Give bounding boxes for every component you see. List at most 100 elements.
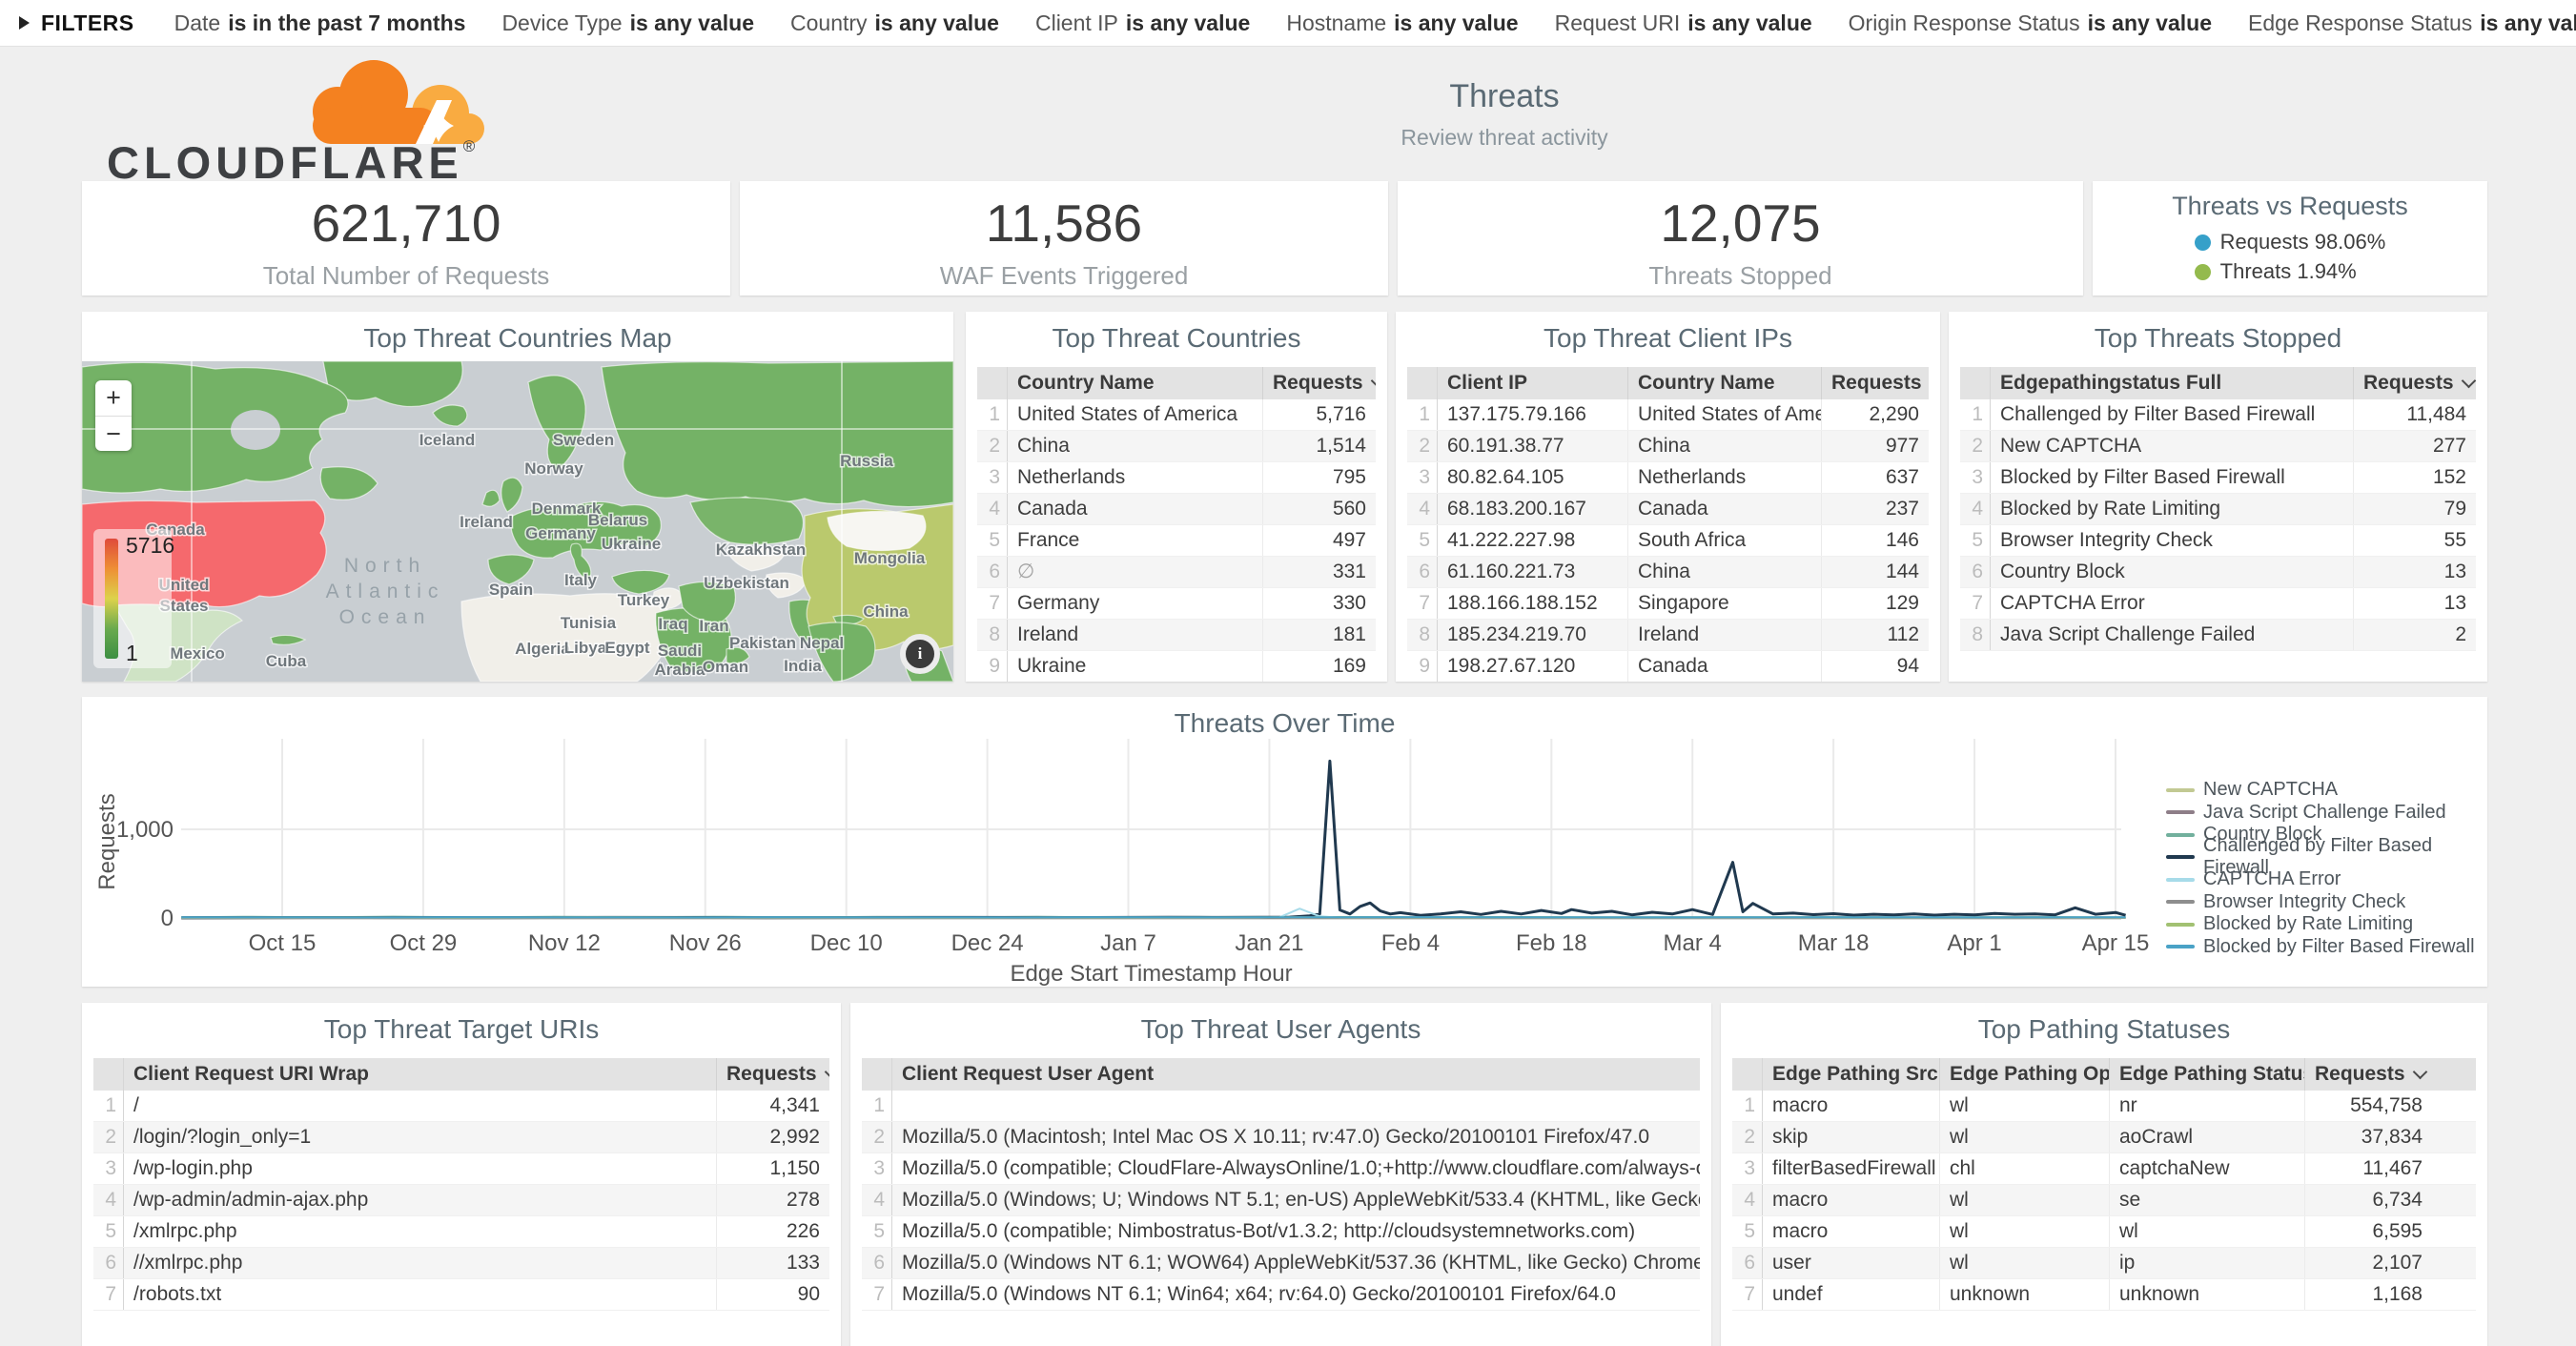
table-row: 6//xmlrpc.php133 [93, 1248, 829, 1279]
top-threat-target-uris-table: Client Request URI WrapRequests1/4,3412/… [93, 1058, 829, 1311]
table-row: 7CAPTCHA Error13 [1960, 588, 2476, 620]
table-row: 5Browser Integrity Check55 [1960, 525, 2476, 557]
table-cell: CAPTCHA Error [1991, 588, 2354, 619]
column-header[interactable]: Requests [2354, 367, 2476, 399]
filter-items: Dateis in the past 7 months Device Typeis… [174, 10, 2576, 36]
table-row: 4macrowlse6,734 [1732, 1185, 2476, 1216]
map-label-iran: Iran [699, 617, 728, 635]
zoom-in-button[interactable]: + [95, 380, 132, 417]
legend-line-swatch [2166, 900, 2195, 904]
kpi-value: 621,710 [82, 193, 730, 254]
chart-legend-item[interactable]: Java Script Challenge Failed [2166, 802, 2487, 825]
table-cell: chl [1940, 1153, 2110, 1184]
table-cell: nr [2110, 1091, 2305, 1121]
svg-text:Dec 24: Dec 24 [951, 930, 1024, 956]
chart-legend: New CAPTCHAJava Script Challenge Failed C… [2166, 779, 2487, 958]
column-header: Client IP [1438, 367, 1628, 399]
world-map[interactable]: North Atlantic Ocean Canada United State… [82, 361, 953, 682]
table-row: 7Germany330 [977, 588, 1376, 620]
table-cell: aoCrawl [2110, 1122, 2305, 1152]
row-rank: 3 [1407, 462, 1438, 493]
map-label-ukraine: Ukraine [602, 535, 661, 553]
kpi-threats-stopped: 12,075 Threats Stopped [1398, 181, 2083, 296]
table-cell: Java Script Challenge Failed [1991, 620, 2354, 650]
chart-legend-item[interactable]: New CAPTCHA [2166, 779, 2487, 802]
top-threat-user-agents-table: Client Request User Agent12Mozilla/5.0 (… [862, 1058, 1700, 1311]
table-row: 541.222.227.98South Africa146 [1407, 525, 1929, 557]
column-header[interactable]: Requests [2305, 1058, 2476, 1091]
filter-item[interactable]: Client IPis any value [1035, 10, 1250, 36]
table-row: 4/wp-admin/admin-ajax.php278 [93, 1185, 829, 1216]
table-row: 7188.166.188.152Singapore129 [1407, 588, 1929, 620]
table-cell: 61.160.221.73 [1438, 557, 1628, 587]
expand-triangle-icon [19, 16, 30, 30]
filter-value: is any value [2480, 10, 2576, 35]
table-row: 260.191.38.77China977 [1407, 431, 1929, 462]
table-row: 1 [862, 1091, 1700, 1122]
map-legend-gradient [105, 539, 118, 659]
table-cell: 560 [1263, 494, 1376, 524]
chart-legend-item[interactable]: Challenged by Filter Based Firewall [2166, 846, 2487, 869]
row-rank: 3 [1732, 1153, 1763, 1184]
chart-legend-item[interactable]: Blocked by Rate Limiting [2166, 913, 2487, 936]
row-rank: 2 [1732, 1122, 1763, 1152]
column-header[interactable]: Requests [1822, 367, 1929, 399]
sort-chevron-down-icon [1370, 374, 1376, 389]
table-row: 7/robots.txt90 [93, 1279, 829, 1311]
row-rank: 6 [1960, 557, 1991, 587]
legend-line-swatch [2166, 788, 2195, 792]
map-label-egypt: Egypt [604, 639, 650, 657]
top-pathing-statuses-card: Top Pathing Statuses Edge Pathing SrcEdg… [1721, 1003, 2487, 1346]
table-cell: /wp-login.php [124, 1153, 717, 1184]
svg-text:Edge Start Timestamp Hour: Edge Start Timestamp Hour [1010, 961, 1292, 987]
threat-countries-map-card: Top Threat Countries Map [82, 312, 953, 682]
table-header-row: Edge Pathing SrcEdge Pathing OpEdge Path… [1732, 1058, 2476, 1091]
filter-item[interactable]: Countryis any value [790, 10, 999, 36]
table-cell: Mozilla/5.0 (compatible; CloudFlare-Alwa… [892, 1153, 1700, 1184]
table-cell: New CAPTCHA [1991, 431, 2354, 461]
table-cell: macro [1763, 1216, 1940, 1247]
table-cell: 169 [1263, 651, 1376, 682]
table-cell: macro [1763, 1091, 1940, 1121]
top-threat-client-ips-table: Client IPCountry NameRequests1137.175.79… [1407, 367, 1929, 682]
column-header-label: Edge Pathing Op [1950, 1063, 2110, 1085]
page-header: Threats Review threat activity [1400, 78, 1607, 151]
filter-item[interactable]: Request URIis any value [1555, 10, 1812, 36]
table-cell: 4,341 [717, 1091, 829, 1121]
rank-column-header [862, 1058, 892, 1091]
row-rank: 4 [93, 1185, 124, 1215]
svg-text:Requests: Requests [94, 793, 120, 889]
table-cell: 129 [1822, 588, 1929, 619]
column-header[interactable]: Requests [1263, 367, 1376, 399]
card-title: Threats vs Requests [2093, 181, 2487, 219]
table-cell: Singapore [1628, 588, 1822, 619]
map-label-ireland: Ireland [460, 513, 513, 531]
table-row: 5France497 [977, 525, 1376, 557]
filter-value: is any value [1687, 10, 1811, 35]
row-rank: 3 [1960, 462, 1991, 493]
filter-item[interactable]: Hostnameis any value [1286, 10, 1518, 36]
row-rank: 7 [1732, 1279, 1763, 1310]
filter-item[interactable]: Edge Response Statusis any value [2248, 10, 2576, 36]
filter-item[interactable]: Dateis in the past 7 months [174, 10, 466, 36]
table-row: 6Mozilla/5.0 (Windows NT 6.1; WOW64) App… [862, 1248, 1700, 1279]
table-row: 4Canada560 [977, 494, 1376, 525]
threats-over-time-card: Oct 15Oct 29Nov 12Nov 26Dec 10Dec 24Jan … [82, 697, 2487, 987]
filter-field-label: Hostname [1286, 10, 1386, 35]
zoom-out-button[interactable]: − [95, 417, 132, 452]
column-header[interactable]: Requests [717, 1058, 829, 1091]
map-info-button[interactable]: i [900, 634, 940, 674]
row-rank: 1 [93, 1091, 124, 1121]
map-color-legend: 5716 1 [93, 529, 172, 668]
filters-toggle[interactable]: FILTERS [19, 10, 134, 36]
legend-item[interactable]: Requests 98.06% [2195, 227, 2386, 256]
filter-item[interactable]: Origin Response Statusis any value [1849, 10, 2212, 36]
row-rank: 7 [1960, 588, 1991, 619]
kpi-waf-events: 11,586 WAF Events Triggered [740, 181, 1388, 296]
column-header-label: Edge Pathing Src [1772, 1063, 1938, 1085]
chart-legend-item[interactable]: Browser Integrity Check [2166, 891, 2487, 914]
chart-legend-item[interactable]: Blocked by Filter Based Firewall [2166, 936, 2487, 959]
legend-item[interactable]: Threats 1.94% [2195, 256, 2386, 286]
table-cell: Challenged by Filter Based Firewall [1991, 399, 2354, 430]
filter-item[interactable]: Device Typeis any value [501, 10, 754, 36]
